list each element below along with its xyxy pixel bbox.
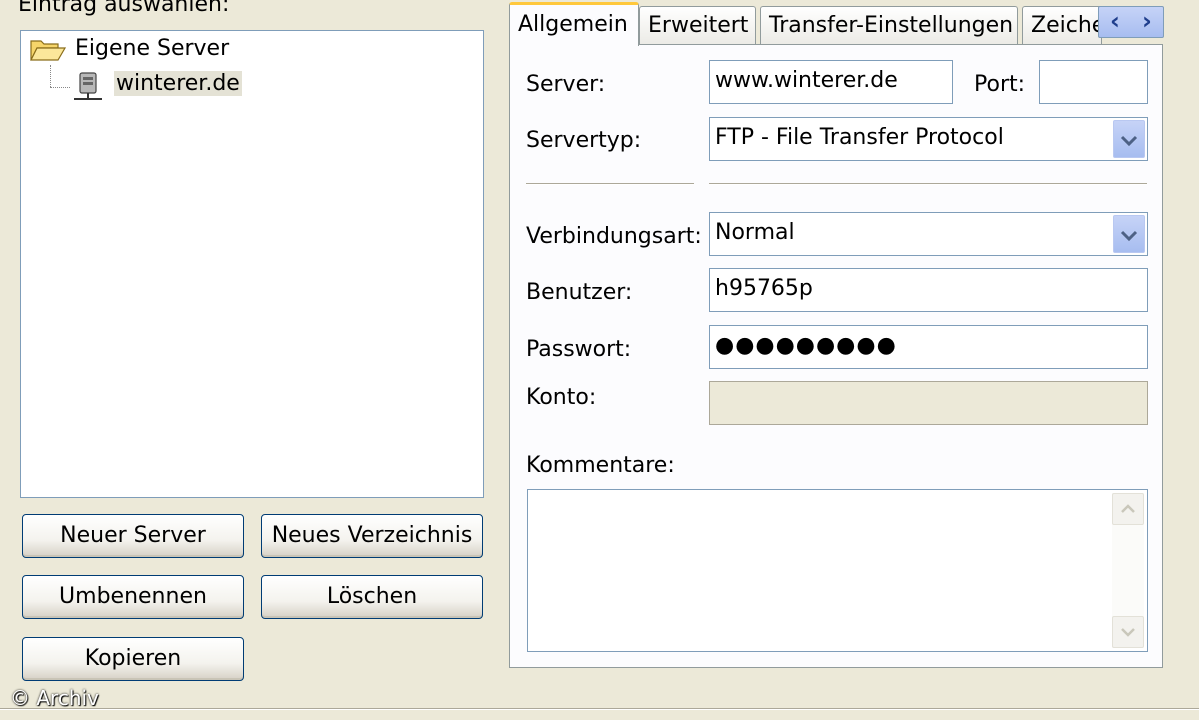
delete-button[interactable]: Löschen [261, 575, 483, 619]
comments-textarea[interactable] [527, 489, 1148, 652]
new-server-button[interactable]: Neuer Server [22, 514, 244, 558]
tab-allgemein[interactable]: Allgemein [509, 2, 639, 46]
password-input[interactable]: ●●●●●●●●● [709, 325, 1148, 369]
new-folder-button[interactable]: Neues Verzeichnis [261, 514, 483, 558]
password-label: Passwort: [526, 337, 632, 362]
connection-type-dropdown-button[interactable] [1113, 215, 1145, 253]
tree-connector-horizontal [50, 87, 70, 88]
server-label: Server: [526, 72, 606, 97]
user-label: Benutzer: [526, 280, 633, 305]
separator-right [709, 183, 1147, 185]
server-icon [74, 72, 102, 100]
connection-type-value: Normal [715, 220, 795, 245]
connection-type-label: Verbindungsart: [526, 224, 702, 249]
chevron-up-icon [1121, 504, 1135, 513]
server-input[interactable]: www.winterer.de [709, 60, 953, 104]
comments-label: Kommentare: [526, 453, 675, 478]
copyright-watermark: © Archiv [10, 686, 99, 710]
folder-open-icon [30, 40, 67, 61]
account-label: Konto: [526, 385, 597, 410]
chevron-down-icon [1120, 230, 1138, 242]
bottom-separator [0, 708, 1199, 710]
select-entry-label: Eintrag auswählen: [18, 0, 230, 17]
scroll-down-button[interactable] [1112, 616, 1144, 648]
comments-scrollbar[interactable] [1112, 493, 1144, 648]
servertype-select[interactable]: FTP - File Transfer Protocol [709, 117, 1148, 161]
user-input[interactable]: h95765p [709, 268, 1148, 312]
tab-scroll-right-icon[interactable]: › [1131, 7, 1163, 37]
connection-type-select[interactable]: Normal [709, 212, 1148, 256]
tab-scroll-buttons: ‹ › [1098, 6, 1164, 38]
tree-item-eigene-server[interactable]: Eigene Server [75, 36, 229, 61]
server-tree[interactable]: Eigene Server winterer.de [20, 30, 484, 498]
account-input [709, 381, 1148, 425]
tab-transfer-einstellungen[interactable]: Transfer-Einstellungen [760, 6, 1018, 44]
scroll-up-button[interactable] [1112, 493, 1144, 525]
tab-zeichensatz[interactable]: Zeiche [1022, 6, 1102, 44]
rename-button[interactable]: Umbenennen [22, 575, 244, 619]
tab-erweitert[interactable]: Erweitert [639, 6, 756, 44]
port-input[interactable] [1039, 60, 1148, 104]
port-label: Port: [974, 72, 1026, 97]
chevron-down-icon [1120, 135, 1138, 147]
tab-scroll-left-icon[interactable]: ‹ [1099, 7, 1131, 37]
tree-connector-vertical [50, 65, 51, 87]
servertype-dropdown-button[interactable] [1113, 120, 1145, 158]
servertype-label: Servertyp: [526, 128, 642, 153]
separator-left [526, 183, 694, 185]
servertype-value: FTP - File Transfer Protocol [715, 125, 1004, 150]
copy-button[interactable]: Kopieren [22, 637, 244, 681]
tree-item-winterer[interactable]: winterer.de [114, 71, 242, 96]
chevron-down-icon [1121, 628, 1135, 637]
